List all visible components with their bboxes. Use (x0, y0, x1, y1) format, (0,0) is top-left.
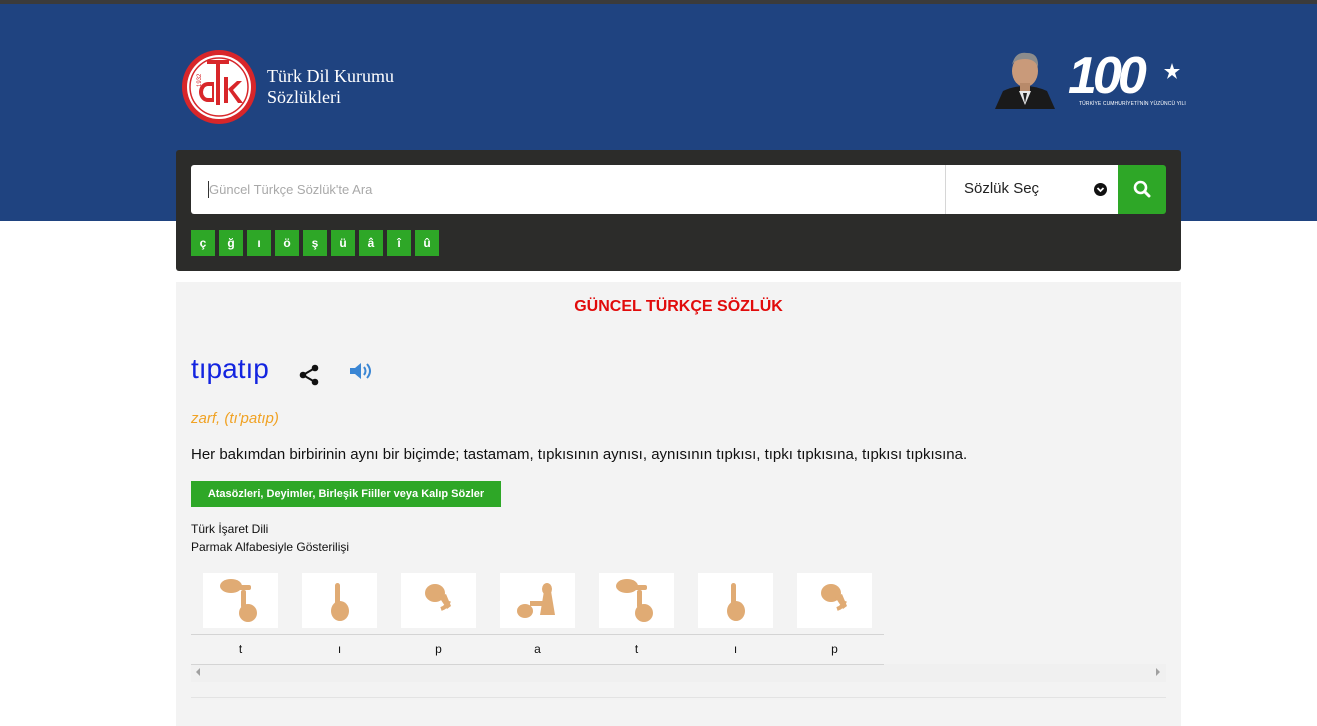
divider (191, 634, 884, 635)
brand-title[interactable]: Türk Dil Kurumu Sözlükleri (267, 66, 394, 108)
sign-letter-dotless-i: ı (337, 642, 342, 656)
ataturk-portrait-image (993, 47, 1057, 109)
divider (191, 664, 884, 665)
char-button-g-breve[interactable]: ğ (219, 230, 243, 256)
scroll-left-arrow-icon[interactable] (196, 668, 200, 676)
search-button[interactable] (1118, 165, 1166, 214)
char-button-a-circumflex[interactable]: â (359, 230, 383, 256)
sign-language-label: Türk İşaret Dili (191, 522, 269, 536)
search-input[interactable] (207, 165, 931, 214)
char-button-u-umlaut[interactable]: ü (331, 230, 355, 256)
chevron-down-icon (1094, 183, 1107, 196)
tdk-logo[interactable]: 1932 (181, 49, 257, 125)
sign-letter-p: p (435, 642, 442, 656)
text-cursor (208, 181, 209, 198)
search-icon (1133, 180, 1151, 198)
headword: tıpatıp (191, 353, 269, 384)
centennial-emblem: 100 (1068, 47, 1180, 99)
divider (191, 697, 1166, 698)
sign-image-dotless-i-2 (698, 573, 773, 628)
sign-letter-t-2: t (634, 642, 639, 656)
part-of-speech: zarf, (tı'patıp) (191, 410, 279, 427)
idioms-button[interactable]: Atasözleri, Deyimler, Birleşik Fiiller v… (191, 481, 501, 507)
meaning-text: Her bakımdan birbirinin aynı bir biçimde… (191, 446, 968, 463)
search-box[interactable] (191, 165, 945, 214)
centennial-caption: TÜRKİYE CUMHURİYETİ'NİN YÜZÜNCÜ YILI (1079, 101, 1186, 107)
speaker-icon[interactable] (349, 361, 373, 381)
char-button-o-umlaut[interactable]: ö (275, 230, 299, 256)
sign-image-p-2 (797, 573, 872, 628)
sign-letter-p-2: p (831, 642, 838, 656)
sign-image-dotless-i (302, 573, 377, 628)
sign-letter-dotless-i-2: ı (733, 642, 738, 656)
fingerspelling-label: Parmak Alfabesiyle Gösterilişi (191, 540, 350, 554)
char-button-i-circumflex[interactable]: î (387, 230, 411, 256)
centennial-number: 100 (1068, 47, 1147, 99)
scroll-right-arrow-icon[interactable] (1156, 668, 1160, 676)
char-button-s-cedilla[interactable]: ş (303, 230, 327, 256)
horizontal-scrollbar[interactable] (191, 664, 1166, 682)
sign-image-t-2 (599, 573, 674, 628)
sign-image-t (203, 573, 278, 628)
sign-letter-a: a (534, 642, 541, 656)
share-icon[interactable] (297, 363, 321, 387)
brand-line-2: Sözlükleri (267, 87, 341, 107)
dictionary-select[interactable]: Sözlük Seç (945, 165, 1118, 214)
dictionary-select-label: Sözlük Seç (964, 180, 1040, 197)
sign-letter-t: t (238, 642, 243, 656)
sign-image-a (500, 573, 575, 628)
logo-year: 1932 (197, 73, 203, 87)
char-button-u-circumflex[interactable]: û (415, 230, 439, 256)
char-button-c-cedilla[interactable]: ç (191, 230, 215, 256)
dictionary-title: GÜNCEL TÜRKÇE SÖZLÜK (574, 298, 783, 315)
char-button-dotless-i[interactable]: ı (247, 230, 271, 256)
sign-image-p (401, 573, 476, 628)
brand-line-1: Türk Dil Kurumu (267, 66, 394, 86)
